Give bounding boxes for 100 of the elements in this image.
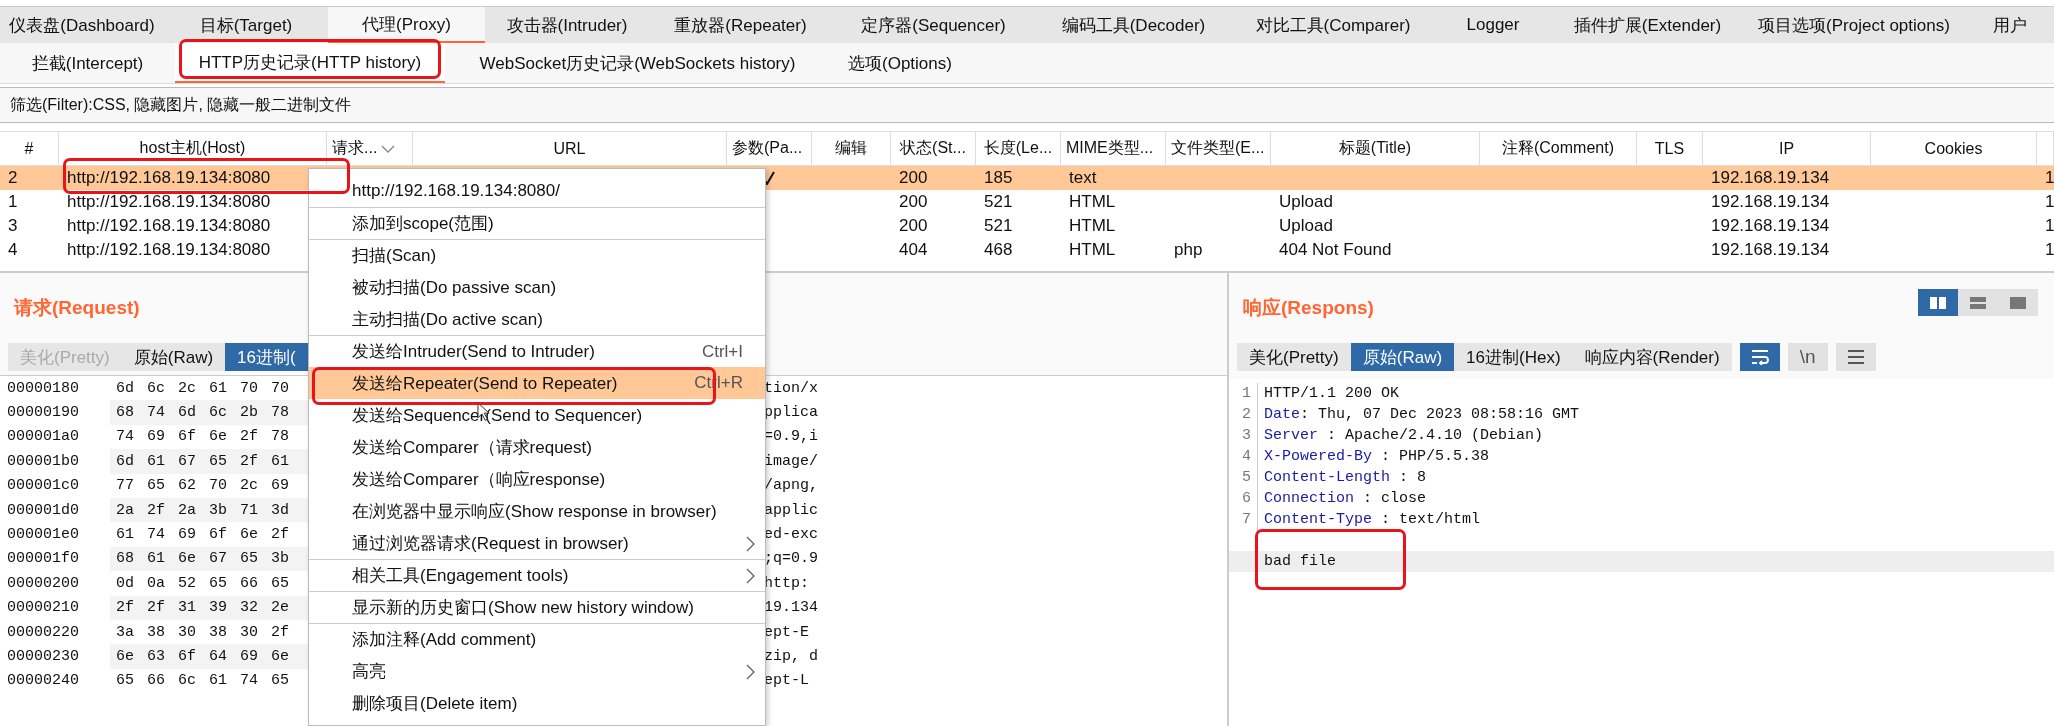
tool-tab[interactable]: Logger xyxy=(1434,7,1552,43)
hex-byte: 66 xyxy=(239,574,259,592)
menu-item[interactable]: 发送给Comparer（响应response) xyxy=(309,463,765,495)
column-header[interactable]: 状态(St... xyxy=(891,132,976,165)
chevron-right-icon xyxy=(746,664,755,680)
tool-tab[interactable]: 仪表盘(Dashboard) xyxy=(0,7,164,43)
column-header[interactable]: MIME类型... xyxy=(1061,132,1166,165)
row-number[interactable]: 2 xyxy=(8,168,18,188)
hex-byte: 69 xyxy=(146,428,166,446)
hex-offset: 00000210 xyxy=(6,599,80,617)
view-tab[interactable]: 原始(Raw) xyxy=(1350,343,1455,371)
hex-byte: 6d xyxy=(115,379,135,397)
table-cell: 192.168.19.134 xyxy=(1711,192,1830,212)
hex-byte: 38 xyxy=(146,623,166,641)
column-header[interactable]: 注释(Comment) xyxy=(1480,132,1637,165)
hex-byte: 70 xyxy=(270,379,290,397)
hex-byte: 6f xyxy=(177,428,197,446)
column-header[interactable]: host主机(Host) xyxy=(59,132,327,165)
sub-tab[interactable]: HTTP历史记录(HTTP history) xyxy=(175,43,445,83)
column-header[interactable]: 长度(Le... xyxy=(976,132,1061,165)
view-tab[interactable]: 原始(Raw) xyxy=(121,343,226,371)
column-header[interactable]: 标题(Title) xyxy=(1271,132,1480,165)
column-header[interactable]: 编辑 xyxy=(812,132,891,165)
editor-tool-button[interactable]: \n xyxy=(1787,343,1828,371)
hex-byte: 2f xyxy=(270,623,290,641)
line-number: 4 xyxy=(1242,448,1251,465)
tool-tab[interactable]: 项目选项(Project options) xyxy=(1743,7,1965,43)
hex-byte: 70 xyxy=(208,477,228,495)
row-number[interactable]: 1 xyxy=(8,192,18,212)
menu-item[interactable]: 发送给Comparer（请求request) xyxy=(309,431,765,463)
hex-byte: 2e xyxy=(270,599,290,617)
hex-byte: 65 xyxy=(270,574,290,592)
line-number: 5 xyxy=(1242,469,1251,486)
column-header[interactable]: # xyxy=(0,132,59,165)
layout-button[interactable] xyxy=(1918,289,1958,316)
column-header[interactable]: URL xyxy=(413,132,727,165)
hex-byte: 6c xyxy=(146,379,166,397)
row-number[interactable]: 3 xyxy=(8,216,18,236)
ascii-text: ept-E xyxy=(763,623,809,641)
hex-byte: 65 xyxy=(115,672,135,690)
tool-tab[interactable]: 重放器(Repeater) xyxy=(649,7,832,43)
hex-byte: 62 xyxy=(177,477,197,495)
hex-byte: 61 xyxy=(146,452,166,470)
tool-tab[interactable]: 对比工具(Comparer) xyxy=(1232,7,1434,43)
layout-button[interactable] xyxy=(1958,289,1998,316)
menu-item[interactable]: 添加到scope(范围) xyxy=(309,207,765,239)
editor-tool-button[interactable] xyxy=(1739,343,1780,371)
sub-tab[interactable]: WebSocket历史记录(WebSockets history) xyxy=(445,43,830,83)
view-tab[interactable]: 16进制( xyxy=(225,343,308,371)
menu-item[interactable]: 扫描(Scan) xyxy=(309,239,765,271)
hex-byte: 65 xyxy=(146,477,166,495)
hex-byte: 2c xyxy=(239,477,259,495)
line-number: 6 xyxy=(1242,490,1251,507)
menu-item[interactable]: 高亮 xyxy=(309,655,765,687)
filter-bar[interactable]: 筛选(Filter):CSS, 隐藏图片, 隐藏一般二进制文件 xyxy=(0,87,2054,123)
editor-tool-button[interactable] xyxy=(1835,343,1876,371)
column-header[interactable]: 请求... xyxy=(327,132,413,165)
menu-item[interactable]: http://192.168.19.134:8080/ xyxy=(309,175,765,207)
tool-tab[interactable]: 编码工具(Decoder) xyxy=(1035,7,1232,43)
table-cell: HTML xyxy=(1069,192,1116,212)
table-cell: 185 xyxy=(984,168,1013,188)
hex-byte: 3a xyxy=(115,623,135,641)
column-header[interactable]: 参数(Pa... xyxy=(727,132,812,165)
response-title: 响应(Respons) xyxy=(1243,296,1374,320)
header-line: X-Powered-By : PHP/5.5.38 xyxy=(1263,448,1490,465)
tool-tab[interactable]: 用户 xyxy=(1965,7,2054,43)
tool-tab[interactable]: 代理(Proxy) xyxy=(328,7,485,43)
ascii-text: 19.134 xyxy=(763,599,818,617)
menu-item[interactable]: 添加注释(Add comment) xyxy=(309,623,765,655)
hex-byte: 61 xyxy=(270,452,290,470)
menu-item[interactable]: 主动扫描(Do active scan) xyxy=(309,303,765,335)
table-cell: 404 Not Found xyxy=(1279,240,1392,260)
tool-tab[interactable]: 目标(Target) xyxy=(164,7,328,43)
menu-item[interactable]: 删除项目(Delete item) xyxy=(309,687,765,719)
layout-button[interactable] xyxy=(1998,289,2038,316)
column-header[interactable]: TLS xyxy=(1637,132,1703,165)
menu-item[interactable]: 在浏览器中显示响应(Show response in browser) xyxy=(309,495,765,527)
table-cell: http://192.168.19.134:8080 xyxy=(67,192,271,212)
hex-byte: 78 xyxy=(270,404,290,422)
tool-tab[interactable]: 攻击器(Intruder) xyxy=(485,7,649,43)
hex-byte: 6f xyxy=(177,648,197,665)
hex-byte: 3b xyxy=(208,501,228,519)
menu-item[interactable]: 显示新的历史窗口(Show new history window) xyxy=(309,591,765,623)
sub-tab[interactable]: 拦截(Intercept) xyxy=(0,43,175,83)
tool-tab[interactable]: 定序器(Sequencer) xyxy=(832,7,1035,43)
tool-tab[interactable]: 插件扩展(Extender) xyxy=(1552,7,1743,43)
column-header[interactable]: 文件类型(E... xyxy=(1166,132,1271,165)
hex-byte: 65 xyxy=(270,672,290,690)
menu-item[interactable]: 相关工具(Engagement tools) xyxy=(309,559,765,591)
sub-tab[interactable]: 选项(Options) xyxy=(830,43,970,83)
hex-offset: 00000180 xyxy=(6,379,80,397)
column-header[interactable]: IP xyxy=(1703,132,1871,165)
menu-item[interactable]: 被动扫描(Do passive scan) xyxy=(309,271,765,303)
column-header[interactable]: Cookies xyxy=(1871,132,2037,165)
hex-byte: 66 xyxy=(146,672,166,690)
header-line: Connection : close xyxy=(1263,490,1427,507)
table-cell: 404 xyxy=(899,240,928,260)
hex-byte: 6e xyxy=(177,550,197,568)
menu-item[interactable]: 通过浏览器请求(Request in browser) xyxy=(309,527,765,559)
row-number[interactable]: 4 xyxy=(8,240,18,260)
